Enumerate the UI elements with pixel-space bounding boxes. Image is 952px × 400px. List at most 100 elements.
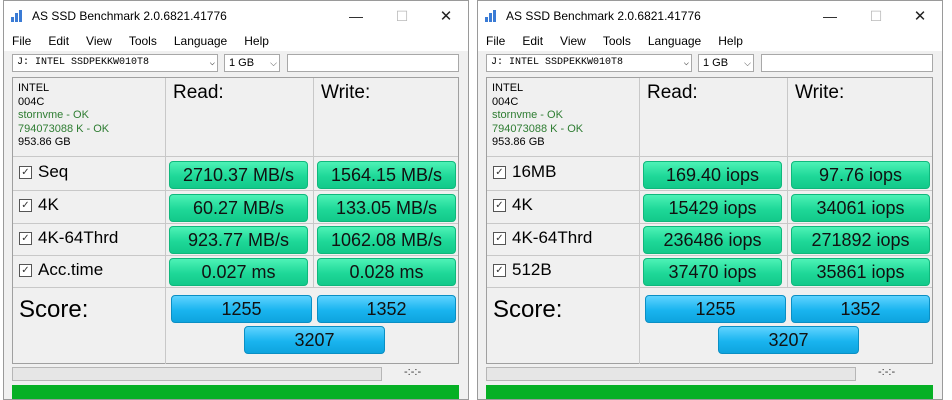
write-result: 133.05 MB/s	[317, 194, 456, 222]
score-label: Score:	[19, 296, 89, 323]
score-total: 3207	[244, 326, 385, 354]
row-label[interactable]: ✓ 4K-64Thrd	[493, 228, 592, 248]
row-label[interactable]: ✓ 4K	[493, 195, 533, 215]
close-icon[interactable]: ✕	[426, 1, 466, 31]
read-result: 2710.37 MB/s	[169, 161, 308, 189]
drive-info: INTEL 004C stornvme - OK 794073088 K - O…	[492, 82, 583, 150]
divider	[487, 190, 932, 191]
bar-chart-icon	[11, 10, 25, 22]
window-title: AS SSD Benchmark 2.0.6821.41776	[506, 9, 701, 23]
checkbox-checked-icon[interactable]: ✓	[19, 198, 32, 212]
read-result: 923.77 MB/s	[169, 226, 308, 254]
menu-file[interactable]: File	[480, 34, 511, 48]
drive-select-value: J: INTEL SSDPEKKW010T8	[491, 57, 624, 68]
menu-file[interactable]: File	[6, 34, 37, 48]
read-result: 15429 iops	[643, 194, 782, 222]
drive-info: INTEL 004C stornvme - OK 794073088 K - O…	[18, 82, 109, 150]
row-label[interactable]: ✓ Seq	[19, 162, 68, 182]
checkbox-checked-icon[interactable]: ✓	[493, 231, 506, 245]
divider	[487, 287, 932, 288]
score-read: 1255	[171, 295, 312, 323]
row-label-text: Seq	[38, 162, 69, 181]
drive-capacity: 953.86 GB	[18, 136, 71, 148]
benchmark-window: AS SSD Benchmark 2.0.6821.41776 — ☐ ✕ Fi…	[477, 0, 943, 400]
row-label-text: 4K-64Thrd	[38, 228, 119, 247]
menu-tools[interactable]: Tools	[123, 34, 163, 48]
title-bar: AS SSD Benchmark 2.0.6821.41776 — ☐ ✕	[4, 1, 468, 31]
results-panel: INTEL 004C stornvme - OK 794073088 K - O…	[486, 77, 933, 364]
menu-language[interactable]: Language	[642, 34, 707, 48]
row-label[interactable]: ✓ 4K-64Thrd	[19, 228, 118, 248]
row-label-text: Acc.time	[38, 260, 104, 279]
checkbox-checked-icon[interactable]: ✓	[493, 263, 506, 277]
divider	[13, 223, 458, 224]
score-read: 1255	[645, 295, 786, 323]
text-input[interactable]	[761, 54, 933, 72]
menu-help[interactable]: Help	[238, 34, 275, 48]
size-select[interactable]: 1 GB ⌵	[698, 54, 754, 72]
progress-bar	[486, 367, 856, 381]
checkbox-checked-icon[interactable]: ✓	[493, 198, 506, 212]
alignment-status: 794073088 K - OK	[18, 122, 110, 135]
menu-edit[interactable]: Edit	[516, 34, 549, 48]
alignment-status: 794073088 K - OK	[492, 122, 584, 135]
chevron-down-icon: ⌵	[744, 58, 751, 68]
row-label-text: 4K-64Thrd	[512, 228, 593, 247]
checkbox-checked-icon[interactable]: ✓	[19, 165, 32, 179]
score-write: 1352	[791, 295, 930, 323]
read-result: 60.27 MB/s	[169, 194, 308, 222]
drive-select[interactable]: J: INTEL SSDPEKKW010T8 ⌵	[486, 54, 692, 72]
divider	[13, 156, 458, 157]
row-label[interactable]: ✓ Acc.time	[19, 260, 103, 280]
read-result: 236486 iops	[643, 226, 782, 254]
elapsed-time: -:-:-	[404, 366, 422, 378]
checkbox-checked-icon[interactable]: ✓	[19, 263, 32, 277]
toolbar: J: INTEL SSDPEKKW010T8 ⌵ 1 GB ⌵	[478, 51, 942, 75]
read-header: Read:	[647, 82, 698, 103]
driver-status: stornvme - OK	[492, 109, 563, 121]
drive-select[interactable]: J: INTEL SSDPEKKW010T8 ⌵	[12, 54, 218, 72]
menu-help[interactable]: Help	[712, 34, 749, 48]
write-result: 34061 iops	[791, 194, 930, 222]
row-label[interactable]: ✓ 512B	[493, 260, 552, 280]
menu-bar: File Edit View Tools Language Help	[478, 31, 942, 51]
text-input[interactable]	[287, 54, 459, 72]
size-select[interactable]: 1 GB ⌵	[224, 54, 280, 72]
drive-vendor: INTEL	[18, 82, 50, 94]
divider	[165, 288, 166, 364]
minimize-icon[interactable]: —	[336, 1, 376, 31]
maximize-icon[interactable]: ☐	[856, 1, 896, 31]
checkbox-checked-icon[interactable]: ✓	[493, 165, 506, 179]
write-header: Write:	[795, 82, 845, 103]
minimize-icon[interactable]: —	[810, 1, 850, 31]
status-bar	[486, 385, 933, 399]
score-write: 1352	[317, 295, 456, 323]
menu-edit[interactable]: Edit	[42, 34, 75, 48]
menu-bar: File Edit View Tools Language Help	[4, 31, 468, 51]
menu-view[interactable]: View	[554, 34, 592, 48]
menu-language[interactable]: Language	[168, 34, 233, 48]
divider	[13, 190, 458, 191]
menu-tools[interactable]: Tools	[597, 34, 637, 48]
close-icon[interactable]: ✕	[900, 1, 940, 31]
read-result: 37470 iops	[643, 258, 782, 286]
size-select-value: 1 GB	[229, 57, 255, 69]
maximize-icon[interactable]: ☐	[382, 1, 422, 31]
status-bar	[12, 385, 459, 399]
score-total: 3207	[718, 326, 859, 354]
drive-vendor: INTEL	[492, 82, 524, 94]
results-panel: INTEL 004C stornvme - OK 794073088 K - O…	[12, 77, 459, 364]
driver-status: stornvme - OK	[18, 109, 89, 121]
row-label-text: 4K	[512, 195, 533, 214]
read-result: 169.40 iops	[643, 161, 782, 189]
window-title: AS SSD Benchmark 2.0.6821.41776	[32, 9, 227, 23]
row-label[interactable]: ✓ 16MB	[493, 162, 556, 182]
menu-view[interactable]: View	[80, 34, 118, 48]
write-result: 1062.08 MB/s	[317, 226, 456, 254]
divider	[487, 223, 932, 224]
bar-chart-icon	[485, 10, 499, 22]
row-label[interactable]: ✓ 4K	[19, 195, 59, 215]
divider	[487, 255, 932, 256]
drive-firmware: 004C	[492, 95, 519, 108]
checkbox-checked-icon[interactable]: ✓	[19, 231, 32, 245]
